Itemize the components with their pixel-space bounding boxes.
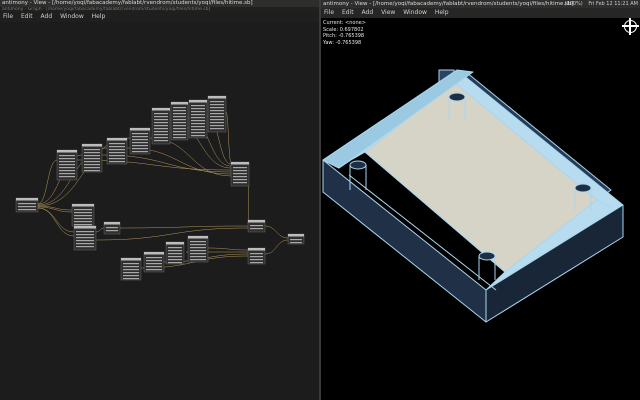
view-info-overlay: Current: <none> Scale: 0.697802 Pitch: -…	[323, 20, 366, 46]
graph-node[interactable]	[230, 161, 250, 187]
graph-node[interactable]	[187, 235, 209, 263]
graph-wire	[264, 239, 289, 255]
box-model	[322, 69, 624, 323]
graph-node[interactable]	[151, 107, 171, 145]
graph-nodes[interactable]	[15, 95, 305, 281]
yaw-readout: Yaw: -0.765398	[323, 39, 362, 46]
3d-viewport[interactable]	[321, 0, 640, 400]
graph-node[interactable]	[287, 233, 305, 245]
graph-wire	[37, 159, 58, 205]
graph-node[interactable]	[71, 203, 95, 227]
graph-node[interactable]	[106, 137, 128, 165]
graph-node[interactable]	[120, 257, 142, 281]
menu-add[interactable]: Add	[41, 13, 53, 20]
graph-node[interactable]	[247, 247, 266, 265]
menu-edit[interactable]: Edit	[21, 13, 33, 20]
graph-node[interactable]	[103, 221, 121, 235]
graph-window: antimony - View - [/home/yoqi/fabacademy…	[0, 0, 319, 400]
post-4	[478, 251, 496, 261]
graph-node[interactable]	[247, 219, 266, 233]
graph-wire	[225, 111, 232, 163]
graph-wire	[264, 225, 289, 239]
graph-menubar: File Edit Add Window Help	[0, 12, 319, 22]
graph-node[interactable]	[129, 127, 151, 155]
post-3	[574, 183, 592, 193]
graph-wire	[119, 225, 249, 229]
view-window: antimony - View - [/home/yoqi/fabacademy…	[321, 0, 640, 400]
graph-node[interactable]	[188, 99, 208, 139]
current-readout: Current: <none>	[323, 20, 366, 26]
graph-node[interactable]	[81, 143, 103, 173]
graph-wire	[37, 207, 75, 233]
move-icon[interactable]	[622, 20, 639, 33]
post-1	[349, 160, 367, 170]
graph-wire	[95, 227, 105, 233]
node-graph-canvas[interactable]	[0, 22, 319, 400]
graph-wire	[207, 247, 249, 251]
graph-node[interactable]	[15, 197, 39, 213]
graph-window-title: antimony - View - [/home/yoqi/fabacademy…	[0, 0, 319, 7]
graph-node[interactable]	[56, 149, 78, 181]
menu-help[interactable]: Help	[92, 13, 106, 20]
graph-node[interactable]	[207, 95, 227, 133]
menu-file[interactable]: File	[3, 13, 13, 20]
pitch-readout: Pitch: -0.765398	[323, 33, 365, 39]
graph-wire	[37, 207, 75, 237]
menu-window[interactable]: Window	[60, 13, 84, 20]
post-2	[448, 92, 466, 102]
graph-node[interactable]	[73, 225, 97, 251]
graph-node[interactable]	[143, 251, 165, 273]
graph-node[interactable]	[165, 241, 185, 265]
graph-node[interactable]	[170, 101, 189, 141]
